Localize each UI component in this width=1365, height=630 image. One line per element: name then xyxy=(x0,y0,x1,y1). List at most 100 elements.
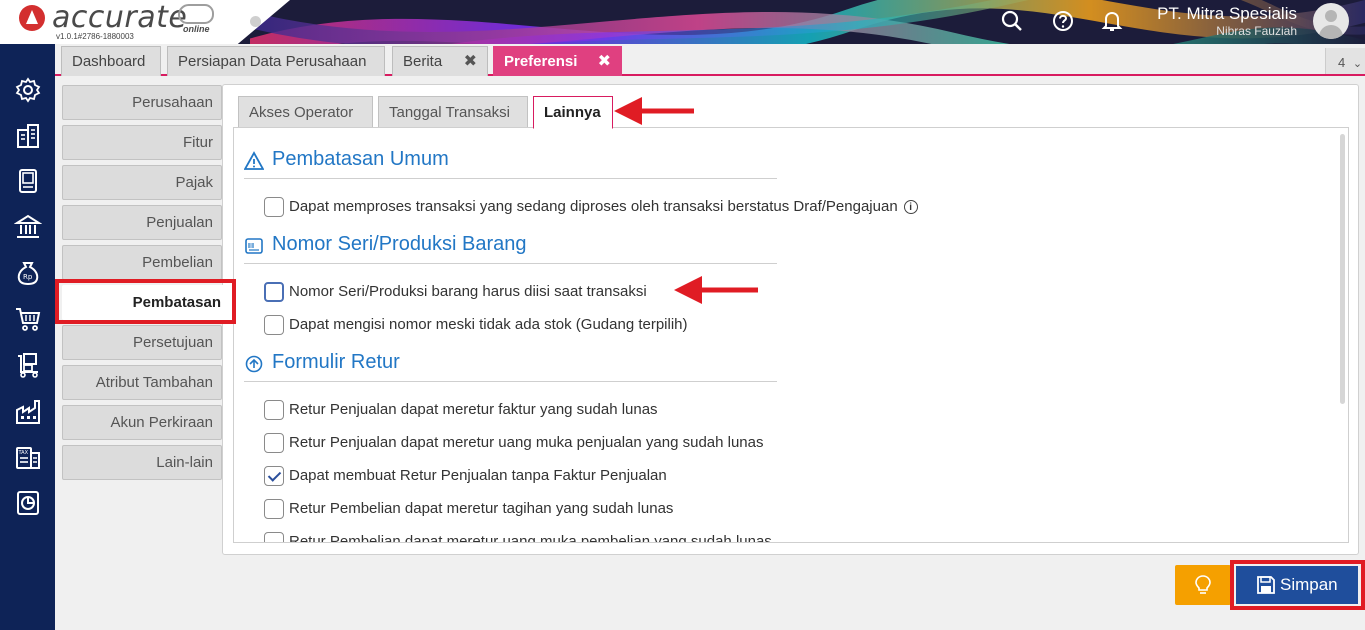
option-label: Retur Penjualan dapat meretur faktur yan… xyxy=(289,401,658,418)
bell-icon[interactable] xyxy=(1099,8,1125,34)
tab-label: Persiapan Data Perusahaan xyxy=(178,53,367,70)
cloud-icon xyxy=(178,4,214,24)
tab-overflow-dropdown[interactable]: 4 ⌄ xyxy=(1325,48,1365,74)
checkbox[interactable] xyxy=(264,532,284,542)
logo-text: accurate xyxy=(52,0,188,35)
pref-menu-label: Atribut Tambahan xyxy=(95,374,213,391)
info-icon[interactable]: i xyxy=(903,200,918,214)
option-label: Nomor Seri/Produksi barang harus diisi s… xyxy=(289,283,647,300)
search-icon[interactable] xyxy=(999,8,1025,34)
pref-menu-lain-lain[interactable]: Lain-lain xyxy=(62,445,222,480)
divider xyxy=(244,178,777,179)
option-label: Dapat membuat Retur Penjualan tanpa Fakt… xyxy=(289,467,667,484)
option-label: Dapat memproses transaksi yang sedang di… xyxy=(289,198,918,215)
company-name[interactable]: PT. Mitra Spesialis xyxy=(1157,4,1297,24)
checkbox[interactable] xyxy=(264,499,284,519)
help-icon[interactable] xyxy=(1050,8,1076,34)
avatar-body xyxy=(1319,25,1343,39)
chevron-down-icon: ⌄ xyxy=(1352,58,1363,70)
pref-menu-akun-perkiraan[interactable]: Akun Perkiraan xyxy=(62,405,222,440)
top-bar: accurate online v1.0.1#2786-1880003 PT. … xyxy=(0,0,1365,44)
cart-icon[interactable] xyxy=(14,305,42,333)
option-text: Dapat memproses transaksi yang sedang di… xyxy=(289,198,898,215)
pref-menu-label: Pajak xyxy=(175,174,213,191)
subtab-label: Tanggal Transaksi xyxy=(389,104,510,121)
avatar-head xyxy=(1325,10,1337,22)
section-title-text: Formulir Retur xyxy=(272,351,400,373)
pref-menu-penjualan[interactable]: Penjualan xyxy=(62,205,222,240)
warning-icon xyxy=(244,151,264,170)
factory-icon[interactable] xyxy=(14,398,42,426)
subtab-akses-operator[interactable]: Akses Operator xyxy=(238,96,373,128)
option-label: Retur Penjualan dapat meretur uang muka … xyxy=(289,434,764,451)
subtab-label: Lainnya xyxy=(544,104,601,121)
building-icon[interactable] xyxy=(14,122,42,150)
divider xyxy=(244,263,777,264)
annotation-highlight-box xyxy=(55,279,236,324)
return-icon xyxy=(245,355,263,373)
tax-icon[interactable]: TAX xyxy=(14,444,42,472)
hint-button[interactable] xyxy=(1175,565,1231,605)
book-icon[interactable] xyxy=(14,167,42,195)
lightbulb-icon xyxy=(1195,575,1211,594)
section-title-text: Nomor Seri/Produksi Barang xyxy=(272,233,527,255)
subtab-lainnya[interactable]: Lainnya xyxy=(533,96,613,129)
pref-menu-fitur[interactable]: Fitur xyxy=(62,125,222,160)
pref-menu-label: Persetujuan xyxy=(132,334,213,351)
pref-menu-pembelian[interactable]: Pembelian xyxy=(62,245,222,280)
user-name: Nibras Fauziah xyxy=(1216,24,1297,38)
scrollbar-thumb[interactable] xyxy=(1340,134,1345,404)
tab-persiapan-data-perusahaan[interactable]: Persiapan Data Perusahaan xyxy=(167,46,385,76)
checkbox[interactable] xyxy=(264,282,284,302)
accurate-logo-icon xyxy=(19,5,45,31)
preferences-panel: Akses Operator Tanggal Transaksi Lainnya… xyxy=(222,84,1359,555)
gear-icon[interactable] xyxy=(14,76,42,104)
checkbox[interactable] xyxy=(264,197,284,217)
subtab-tanggal-transaksi[interactable]: Tanggal Transaksi xyxy=(378,96,528,128)
barcode-icon xyxy=(245,238,263,254)
pref-menu-label: Perusahaan xyxy=(132,94,213,111)
checkbox-checked[interactable] xyxy=(264,466,284,486)
bank-icon[interactable] xyxy=(13,213,43,241)
report-icon[interactable] xyxy=(14,489,42,517)
pref-menu-perusahaan[interactable]: Perusahaan xyxy=(62,85,222,120)
section-title-text: Pembatasan Umum xyxy=(272,148,449,170)
tab-label: Preferensi xyxy=(504,53,578,70)
pref-menu-label: Penjualan xyxy=(146,214,213,231)
tab-berita[interactable]: Berita ✖ xyxy=(392,46,488,76)
annotation-arrow xyxy=(614,97,694,125)
logo-subtext: online xyxy=(183,24,210,34)
main-sidebar: Rp TAX xyxy=(0,44,55,630)
tab-label: Dashboard xyxy=(72,53,146,70)
pref-menu-label: Lain-lain xyxy=(156,454,213,471)
tab-count: 4 xyxy=(1338,55,1346,70)
checkbox[interactable] xyxy=(264,433,284,453)
tab-bar: Dashboard Persiapan Data Perusahaan Beri… xyxy=(55,44,1365,76)
close-icon[interactable]: ✖ xyxy=(598,51,611,71)
avatar[interactable] xyxy=(1313,3,1349,39)
app-version: v1.0.1#2786-1880003 xyxy=(56,32,134,41)
pref-menu-label: Fitur xyxy=(183,134,213,151)
checkbox[interactable] xyxy=(264,400,284,420)
subtab-label: Akses Operator xyxy=(249,104,354,121)
pref-menu-persetujuan[interactable]: Persetujuan xyxy=(62,325,222,360)
tab-dashboard[interactable]: Dashboard xyxy=(61,46,161,76)
connection-dot xyxy=(250,16,261,27)
tab-preferensi[interactable]: Preferensi ✖ xyxy=(493,46,622,76)
logo-area: accurate online v1.0.1#2786-1880003 xyxy=(0,0,290,44)
close-icon[interactable]: ✖ xyxy=(464,51,477,71)
checkbox[interactable] xyxy=(264,315,284,335)
option-label: Retur Pembelian dapat meretur tagihan ya… xyxy=(289,500,674,517)
svg-text:TAX: TAX xyxy=(18,450,29,456)
pref-menu-atribut-tambahan[interactable]: Atribut Tambahan xyxy=(62,365,222,400)
pref-menu-label: Pembelian xyxy=(142,254,213,271)
pref-menu-label: Akun Perkiraan xyxy=(110,414,213,431)
pref-menu-pajak[interactable]: Pajak xyxy=(62,165,222,200)
divider xyxy=(244,381,777,382)
money-bag-icon[interactable]: Rp xyxy=(14,259,42,287)
tab-label: Berita xyxy=(403,53,443,70)
settings-content: Pembatasan Umum Dapat memproses transaks… xyxy=(233,127,1349,543)
stock-icon[interactable] xyxy=(14,351,42,379)
option-label: Dapat mengisi nomor meski tidak ada stok… xyxy=(289,316,688,333)
scrollbar[interactable] xyxy=(1334,128,1348,542)
